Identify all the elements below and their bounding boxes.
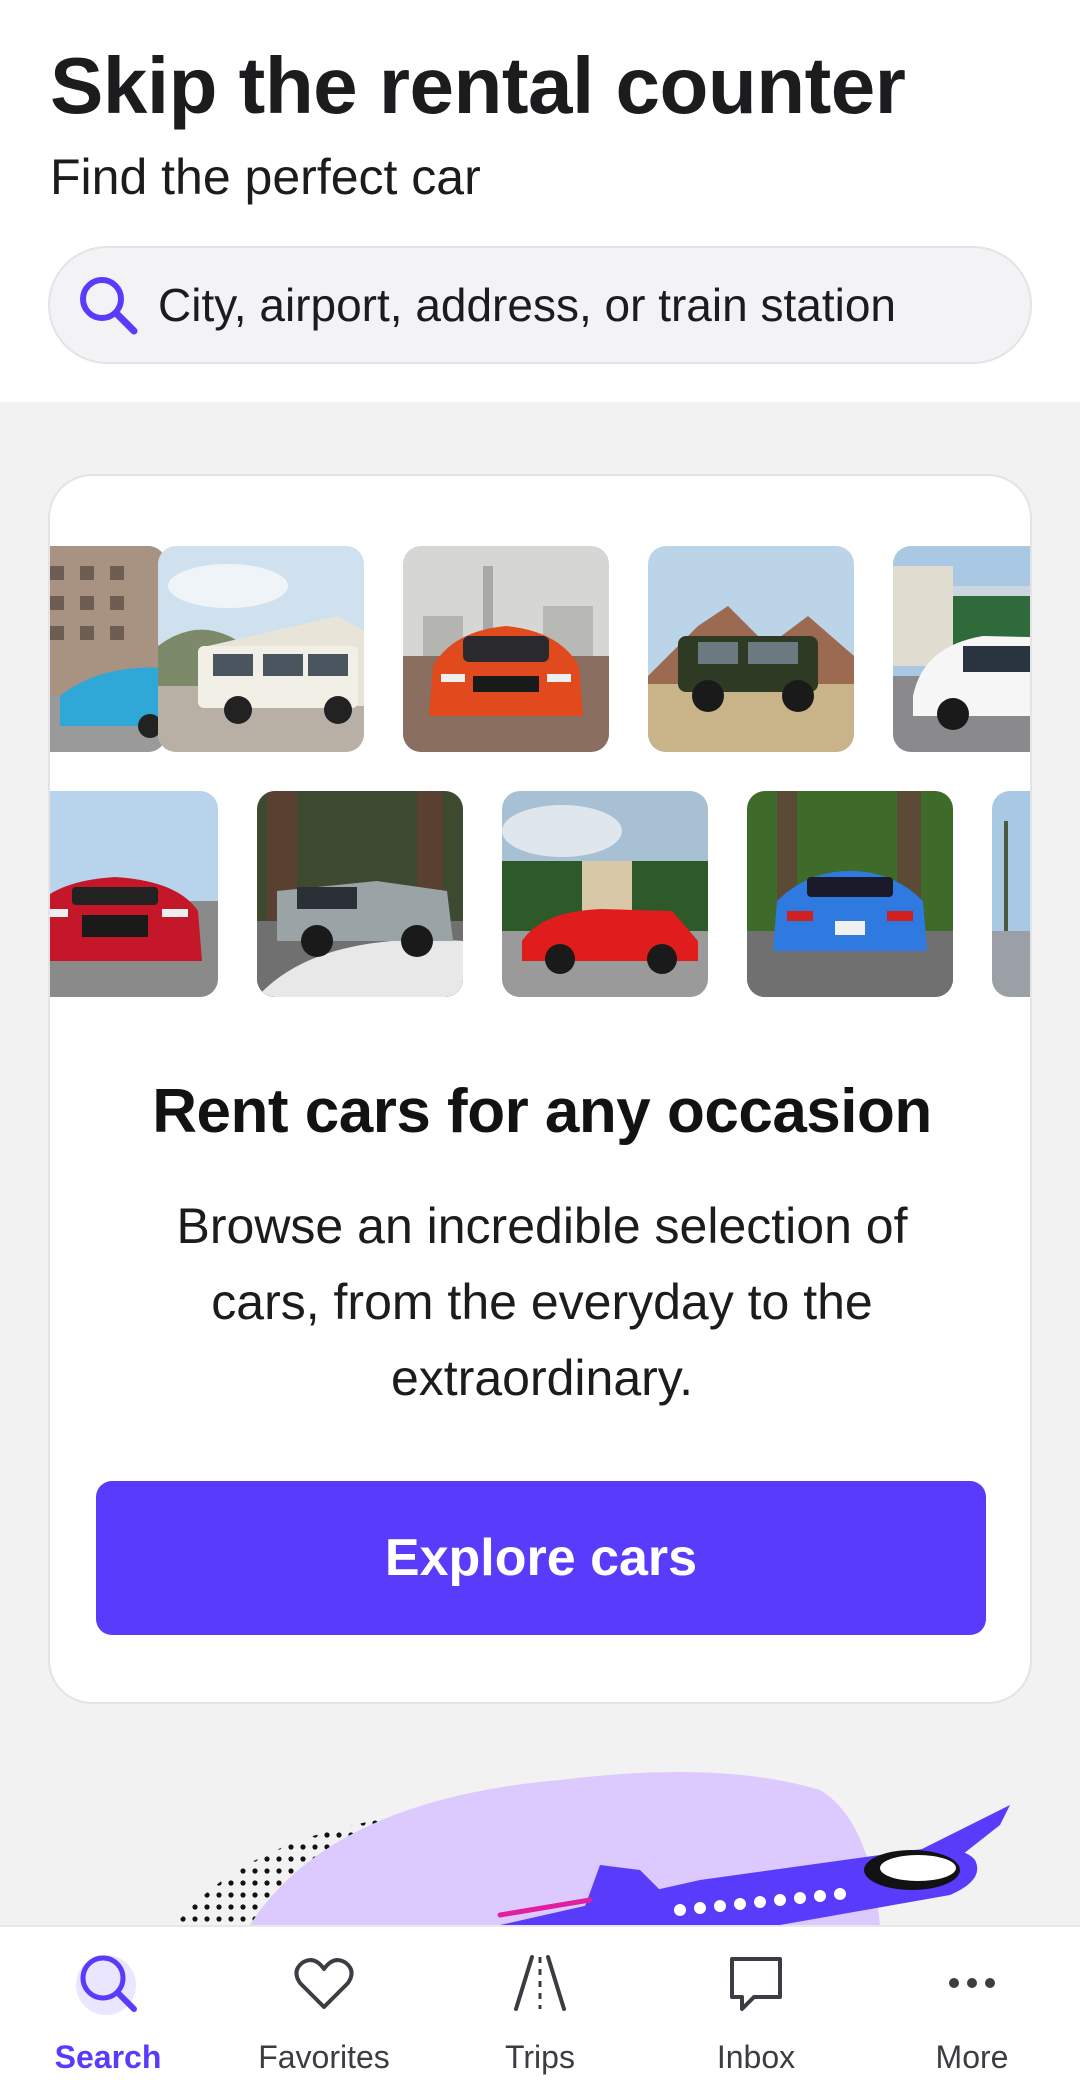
car-photo-red-roadster bbox=[502, 791, 708, 997]
nav-label-inbox: Inbox bbox=[716, 2039, 796, 2075]
car-gallery-row bbox=[50, 791, 1030, 997]
location-search-bar[interactable]: City, airport, address, or train station bbox=[48, 246, 1032, 364]
car-gallery-row bbox=[50, 546, 1030, 752]
header: Skip the rental counter Find the perfect… bbox=[0, 0, 1080, 402]
nav-item-trips[interactable]: Trips bbox=[432, 1927, 648, 2097]
bottom-navigation: Search Favorites Trips Inbox More bbox=[0, 1925, 1080, 2097]
chat-bubble-icon bbox=[720, 1947, 792, 2019]
car-photo-white-hatchback bbox=[893, 546, 1030, 752]
car-photo-green-suv bbox=[648, 546, 854, 752]
nav-item-search[interactable]: Search bbox=[0, 1927, 216, 2097]
airport-promo-illustration bbox=[0, 1760, 1080, 1925]
nav-item-favorites[interactable]: Favorites bbox=[216, 1927, 432, 2097]
rent-cars-card: Rent cars for any occasion Browse an inc… bbox=[48, 474, 1032, 1704]
page-subtitle: Find the perfect car bbox=[50, 149, 481, 205]
car-photo-electric-pickup bbox=[257, 791, 463, 997]
car-photo-palm-beach-car bbox=[992, 791, 1030, 997]
car-photo-red-convertible bbox=[50, 791, 218, 997]
page-title: Skip the rental counter bbox=[50, 41, 906, 130]
nav-item-more[interactable]: More bbox=[864, 1927, 1080, 2097]
road-icon bbox=[504, 1947, 576, 2019]
nav-label-trips: Trips bbox=[505, 2039, 575, 2075]
nav-label-favorites: Favorites bbox=[258, 2039, 390, 2075]
more-dots-icon bbox=[936, 1947, 1008, 2019]
car-photo-blue-muscle-car bbox=[747, 791, 953, 997]
nav-item-inbox[interactable]: Inbox bbox=[648, 1927, 864, 2097]
search-placeholder: City, airport, address, or train station bbox=[158, 279, 896, 331]
card-heading: Rent cars for any occasion bbox=[152, 1077, 932, 1146]
nav-label-more: More bbox=[935, 2039, 1009, 2075]
heart-icon bbox=[288, 1947, 360, 2019]
car-photo-blue-car bbox=[50, 546, 166, 752]
search-icon bbox=[72, 269, 144, 341]
card-description: Browse an incredible selection of cars, … bbox=[176, 1198, 908, 1406]
nav-label-search: Search bbox=[54, 2039, 162, 2075]
explore-cars-button[interactable]: Explore cars bbox=[96, 1481, 986, 1635]
car-photo-orange-coupe bbox=[403, 546, 609, 752]
car-photo-camper-van bbox=[158, 546, 364, 752]
search-icon bbox=[72, 1947, 144, 2019]
